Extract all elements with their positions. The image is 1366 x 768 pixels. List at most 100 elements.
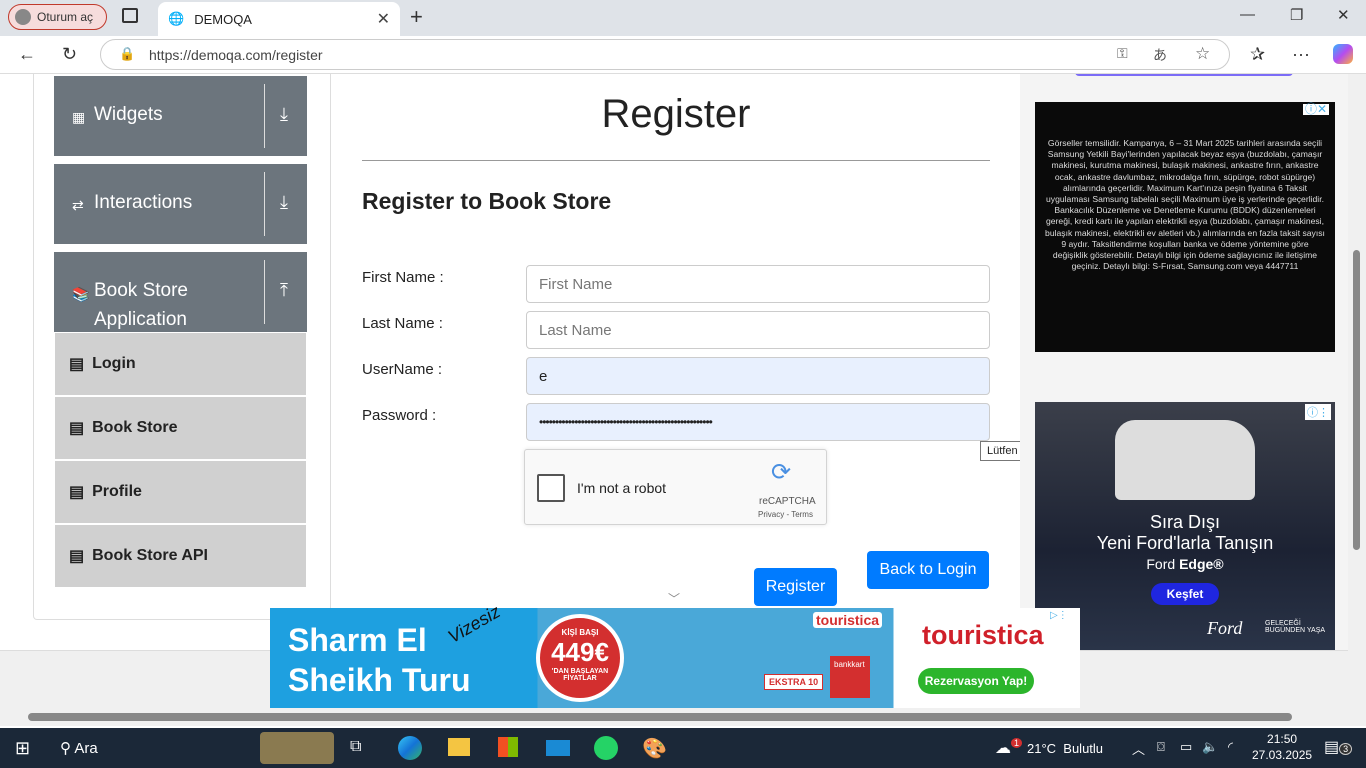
battery-icon[interactable]: ▭ <box>1180 739 1192 755</box>
copilot-icon[interactable] <box>1333 44 1353 64</box>
camera-icon[interactable]: ⌼ <box>1157 739 1165 755</box>
tour-line-2: Sheikh Turu <box>288 662 471 698</box>
car-image <box>1115 420 1255 500</box>
sidebar-group-book-store-application[interactable]: 📚 Book Store Application ⤒ <box>54 252 307 332</box>
password-label: Password : <box>362 407 437 424</box>
refresh-icon[interactable]: ↻ <box>62 44 77 65</box>
favorite-star-icon[interactable]: ☆ <box>1195 44 1210 64</box>
password-input[interactable]: ••••••••••••••••••••••••••••••••••••••••… <box>526 403 990 441</box>
weather-icon[interactable]: ☁ 1 <box>995 738 1023 758</box>
wifi-icon[interactable]: ◜ <box>1228 739 1233 755</box>
new-tab-icon[interactable]: + <box>410 4 423 30</box>
ford-logo: Ford <box>1207 618 1243 638</box>
search-button[interactable]: ⚲ Ara <box>60 739 98 757</box>
scroll-thumb[interactable] <box>1353 250 1360 550</box>
price-badge: KİŞİ BAŞI 449€ 'DAN BAŞLAYAN FİYATLAR <box>536 614 624 702</box>
clock[interactable]: 21:50 27.03.2025 <box>1252 731 1312 763</box>
back-icon[interactable]: ← <box>18 44 36 65</box>
maximize-icon[interactable]: ❐ <box>1290 6 1303 24</box>
ford-model-bold: Edge® <box>1179 556 1224 572</box>
recaptcha-label: I'm not a robot <box>577 480 667 496</box>
divider <box>330 74 331 620</box>
divider <box>362 160 990 161</box>
close-tab-icon[interactable]: ✕ <box>377 9 390 29</box>
chevron-up-icon: ⤒ <box>280 280 288 300</box>
back-to-login-button[interactable]: Back to Login <box>867 551 989 589</box>
file-explorer-icon[interactable] <box>448 738 470 756</box>
store-icon[interactable] <box>498 737 518 757</box>
sidebar-item-profile[interactable]: ▤ Profile <box>55 461 306 523</box>
first-name-input[interactable]: First Name <box>526 265 990 303</box>
chevron-down-icon: ⤓ <box>280 104 288 124</box>
chevron-down-icon: ⤓ <box>280 192 288 212</box>
more-menu-icon[interactable]: ··· <box>1292 44 1310 65</box>
touristica-ad[interactable]: Sharm El Sheikh Turu Vizesiz KİŞİ BAŞI 44… <box>270 601 1080 708</box>
favorites-icon[interactable]: ✰ <box>1250 44 1265 65</box>
ford-headline-2: Yeni Ford'larla Tanışın <box>1096 533 1274 553</box>
notifications-icon[interactable]: ▤ 3 <box>1324 737 1353 757</box>
recaptcha-brand: reCAPTCHA <box>759 496 816 507</box>
recaptcha-checkbox[interactable] <box>537 474 565 502</box>
sidebar-group-interactions[interactable]: ⇄ Interactions ⤓ <box>54 164 307 244</box>
reservation-button[interactable]: Rezervasyon Yap! <box>918 668 1034 694</box>
whatsapp-icon[interactable] <box>594 736 618 760</box>
mail-icon[interactable] <box>546 740 570 756</box>
vertical-scrollbar[interactable] <box>1348 74 1366 708</box>
edge-icon[interactable] <box>398 736 422 760</box>
profile-button[interactable]: Oturum aç <box>8 4 107 30</box>
ekstra-badge: EKSTRA 10 <box>764 674 824 690</box>
group-label: Book Store Application <box>94 280 188 330</box>
search-highlight-image <box>260 732 334 764</box>
horizontal-scrollbar[interactable] <box>0 708 1366 726</box>
samsung-ad[interactable]: ⓘ✕ Görseller temsilidir. Kampanya, 6 – 3… <box>1035 102 1335 352</box>
paint-icon[interactable]: 🎨 <box>642 736 667 761</box>
page-content: ▦ Widgets ⤓ ⇄ Interactions ⤓ 📚 Book Store App… <box>0 74 1348 708</box>
ad-info-icon[interactable]: ⓘ✕ <box>1303 103 1330 116</box>
sidebar-item-login[interactable]: ▤ Login <box>55 333 306 395</box>
book-icon: ▤ <box>69 548 85 565</box>
page-title: Register <box>601 92 751 136</box>
volume-icon[interactable]: 🔈 <box>1202 739 1218 755</box>
sidebar-item-book-store[interactable]: ▤ Book Store <box>55 397 306 459</box>
key-icon[interactable]: ⚿ <box>1117 45 1128 62</box>
touristica-logo: touristica <box>922 620 1044 650</box>
username-label: UserName : <box>362 361 443 378</box>
avatar-icon <box>15 9 31 25</box>
sidebar-group-widgets[interactable]: ▦ Widgets ⤓ <box>54 76 307 156</box>
recaptcha-links[interactable]: Privacy - Terms <box>758 510 813 519</box>
tour-line-1: Sharm El <box>288 622 427 658</box>
tray-chevron-icon[interactable]: ︿ <box>1132 739 1145 758</box>
register-button[interactable]: Register <box>754 568 837 606</box>
ford-model: Ford <box>1146 556 1176 572</box>
price-top: KİŞİ BAŞI <box>561 628 599 637</box>
swap-icon: ⇄ <box>72 197 84 213</box>
url-input[interactable]: 🔒 https://demoqa.com/register ⚿ あ ☆ <box>100 39 1230 70</box>
tour-tag: Vizesiz <box>444 601 504 647</box>
books-icon: 📚 <box>72 286 90 302</box>
ford-ad[interactable]: ⓘ⋮ Sıra Dışı Yeni Ford'larla Tanışın For… <box>1035 402 1335 650</box>
first-name-label: First Name : <box>362 269 444 286</box>
price-bottom: 'DAN BAŞLAYAN FİYATLAR <box>551 668 609 682</box>
scroll-thumb[interactable] <box>28 713 1292 721</box>
ad-choices-icon[interactable]: ▷⋮ <box>1050 610 1068 621</box>
taskbar: ⊞ ⚲ Ara ⧉ 🎨 ☁ 1 21°C Bulutlu ︿ ⌼ ▭ 🔈 ◜ 21… <box>0 728 1366 768</box>
book-icon: ▤ <box>69 420 85 437</box>
ad-info-icon[interactable]: ⓘ⋮ <box>1305 404 1331 420</box>
sidebar-item-book-store-api[interactable]: ▤ Book Store API <box>55 525 306 587</box>
close-window-icon[interactable]: ✕ <box>1337 6 1350 24</box>
item-label: Login <box>92 355 136 372</box>
tab-demoqa[interactable]: 🌐 DEMOQA ✕ <box>158 2 400 36</box>
ford-headline-1: Sıra Dışı <box>1149 512 1220 532</box>
last-name-input[interactable]: Last Name <box>526 311 990 349</box>
time: 21:50 <box>1267 732 1298 746</box>
username-input[interactable]: e <box>526 357 990 395</box>
ford-cta-button[interactable]: Keşfet <box>1151 583 1219 605</box>
item-label: Book Store <box>92 419 178 436</box>
task-view-icon[interactable]: ⧉ <box>350 738 361 756</box>
translate-icon[interactable]: あ <box>1153 45 1167 65</box>
windows-start-icon[interactable]: ⊞ <box>15 738 30 759</box>
tab-actions-icon[interactable] <box>122 8 138 23</box>
minimize-icon[interactable]: — <box>1240 6 1255 23</box>
group-label: Widgets <box>94 104 163 125</box>
globe-icon: 🌐 <box>168 11 185 26</box>
